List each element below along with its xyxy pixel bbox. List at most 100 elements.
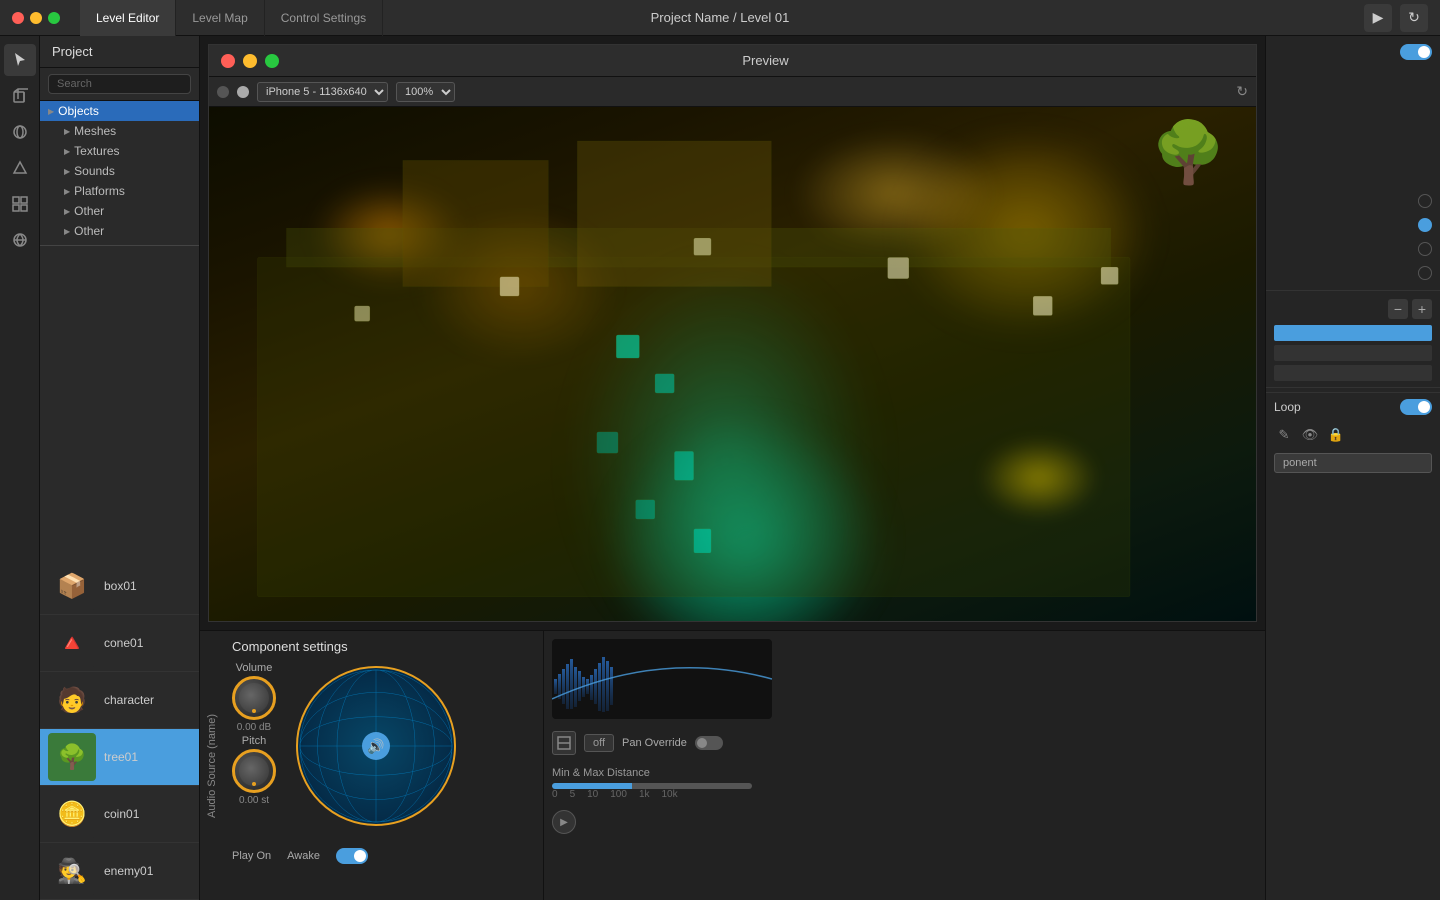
play-on-label: Play On <box>232 850 271 862</box>
globe-center-icon: 🔊 <box>362 732 390 760</box>
right-top-toggle <box>1266 36 1440 68</box>
preview-minimize-btn[interactable] <box>243 54 257 68</box>
search-input[interactable] <box>48 74 191 94</box>
right-divider <box>1266 290 1440 291</box>
asset-item-character[interactable]: 🧑 character <box>40 672 199 729</box>
asset-item-tree01[interactable]: 🌳 tree01 <box>40 729 199 786</box>
asset-thumb-coin01: 🪙 <box>48 790 96 838</box>
play-button[interactable]: ▶ <box>552 810 576 834</box>
right-row-4 <box>1274 264 1432 282</box>
knob-section: Volume 0.00 dB Pitch 0.00 st <box>232 662 535 840</box>
awake-toggle[interactable] <box>336 848 368 864</box>
eye-icon[interactable]: 👁 <box>1300 425 1320 445</box>
minimize-button[interactable] <box>30 12 42 24</box>
tool-icons: ✎ 👁 🔒 <box>1266 421 1440 449</box>
icon-bar-cube[interactable] <box>4 80 36 112</box>
empty-bar-1 <box>1274 345 1432 361</box>
right-circle-1[interactable] <box>1418 194 1432 208</box>
icon-bar-globe[interactable] <box>4 224 36 256</box>
asset-thumb-cone01: 🔺 <box>48 619 96 667</box>
volume-knob-dot <box>252 709 256 713</box>
right-circle-4[interactable] <box>1418 266 1432 280</box>
refresh-button[interactable]: ↻ <box>1400 4 1428 32</box>
tree-item-textures[interactable]: ▶ Textures <box>40 141 199 161</box>
tab-level-map[interactable]: Level Map <box>176 0 264 36</box>
loop-toggle[interactable] <box>1400 399 1432 415</box>
pitch-knob[interactable] <box>232 749 276 793</box>
pan-off-button[interactable]: off <box>584 734 614 752</box>
tree-item-meshes[interactable]: ▶ Meshes <box>40 121 199 141</box>
tree-label-meshes: Meshes <box>74 124 116 138</box>
tree-item-platforms[interactable]: ▶ Platforms <box>40 181 199 201</box>
tree-label-objects: Objects <box>58 104 99 118</box>
right-cyan-bar <box>1274 325 1432 341</box>
tree-label-other-1: Other <box>74 204 104 218</box>
icon-bar-triangle[interactable] <box>4 152 36 184</box>
tab-level-editor[interactable]: Level Editor <box>80 0 176 36</box>
tab-control-settings[interactable]: Control Settings <box>265 0 383 36</box>
play-awake-section: Play On Awake <box>232 848 535 864</box>
preview-toolbar: iPhone 5 - 1136x640 100% ↻ <box>209 77 1256 107</box>
preview-refresh-button[interactable]: ↻ <box>1236 83 1248 100</box>
asset-item-enemy01[interactable]: 🕵 enemy01 <box>40 843 199 900</box>
asset-name-character: character <box>104 693 154 707</box>
pan-override-toggle-thumb <box>697 738 707 748</box>
main-layout: Project ▶ Objects ▶ Meshes ▶ Textures ▶ <box>0 36 1440 900</box>
icon-bar-sphere[interactable] <box>4 116 36 148</box>
waveform-area <box>552 639 772 719</box>
globe: 🔊 <box>296 666 456 826</box>
icon-bar <box>0 36 40 900</box>
preview-close-btn[interactable] <box>221 54 235 68</box>
dist-1k: 1k <box>639 789 650 800</box>
component-button[interactable]: ponent <box>1274 453 1432 473</box>
volume-knob-group: Volume 0.00 dB Pitch 0.00 st <box>232 662 276 806</box>
volume-value: 0.00 dB <box>237 722 271 733</box>
dist-100: 100 <box>610 789 627 800</box>
right-row-3 <box>1274 240 1432 258</box>
asset-item-box01[interactable]: 📦 box01 <box>40 558 199 615</box>
pitch-knob-dot <box>252 782 256 786</box>
play-button[interactable]: ▶ <box>1364 4 1392 32</box>
tree-item-other-1[interactable]: ▶ Other <box>40 201 199 221</box>
preview-dot-active <box>237 86 249 98</box>
pencil-icon[interactable]: ✎ <box>1274 425 1294 445</box>
expand-arrow-textures: ▶ <box>64 147 70 156</box>
tree-item-other-2[interactable]: ▶ Other <box>40 221 199 241</box>
expand-arrow-sounds: ▶ <box>64 167 70 176</box>
right-circle-2[interactable] <box>1418 218 1432 232</box>
zoom-select[interactable]: 100% <box>396 82 455 102</box>
icon-bar-grid[interactable] <box>4 188 36 220</box>
expand-arrow-other1: ▶ <box>64 207 70 216</box>
maximize-button[interactable] <box>48 12 60 24</box>
vertical-label-text: Audio Source (name) <box>206 714 218 818</box>
pitch-value: 0.00 st <box>239 795 269 806</box>
asset-item-cone01[interactable]: 🔺 cone01 <box>40 615 199 672</box>
main-toggle[interactable] <box>1400 44 1432 60</box>
asset-name-box01: box01 <box>104 579 137 593</box>
lock-icon[interactable]: 🔒 <box>1326 425 1346 445</box>
component-settings-title: Component settings <box>232 639 535 654</box>
tree-item-objects[interactable]: ▶ Objects <box>40 101 199 121</box>
right-row-2 <box>1274 216 1432 234</box>
pan-override-toggle[interactable] <box>695 736 723 750</box>
preview-maximize-btn[interactable] <box>265 54 279 68</box>
asset-item-coin01[interactable]: 🪙 coin01 <box>40 786 199 843</box>
preview-titlebar: Preview <box>209 45 1256 77</box>
asset-name-tree01: tree01 <box>104 750 138 764</box>
distance-slider[interactable] <box>552 783 752 789</box>
volume-knob[interactable] <box>232 676 276 720</box>
loop-row: Loop <box>1266 392 1440 421</box>
right-empty-bar-2 <box>1274 365 1432 381</box>
tree-item-sounds[interactable]: ▶ Sounds <box>40 161 199 181</box>
minus-button[interactable]: − <box>1388 299 1408 319</box>
right-row-1 <box>1274 192 1432 210</box>
right-circle-3[interactable] <box>1418 242 1432 256</box>
close-button[interactable] <box>12 12 24 24</box>
icon-bar-cursor[interactable] <box>4 44 36 76</box>
plus-button[interactable]: + <box>1412 299 1432 319</box>
waveform-svg <box>552 639 772 719</box>
device-select[interactable]: iPhone 5 - 1136x640 <box>257 82 388 102</box>
min-max-label: Min & Max Distance <box>552 767 1257 779</box>
search-box <box>40 68 199 101</box>
asset-thumb-box01: 📦 <box>48 562 96 610</box>
